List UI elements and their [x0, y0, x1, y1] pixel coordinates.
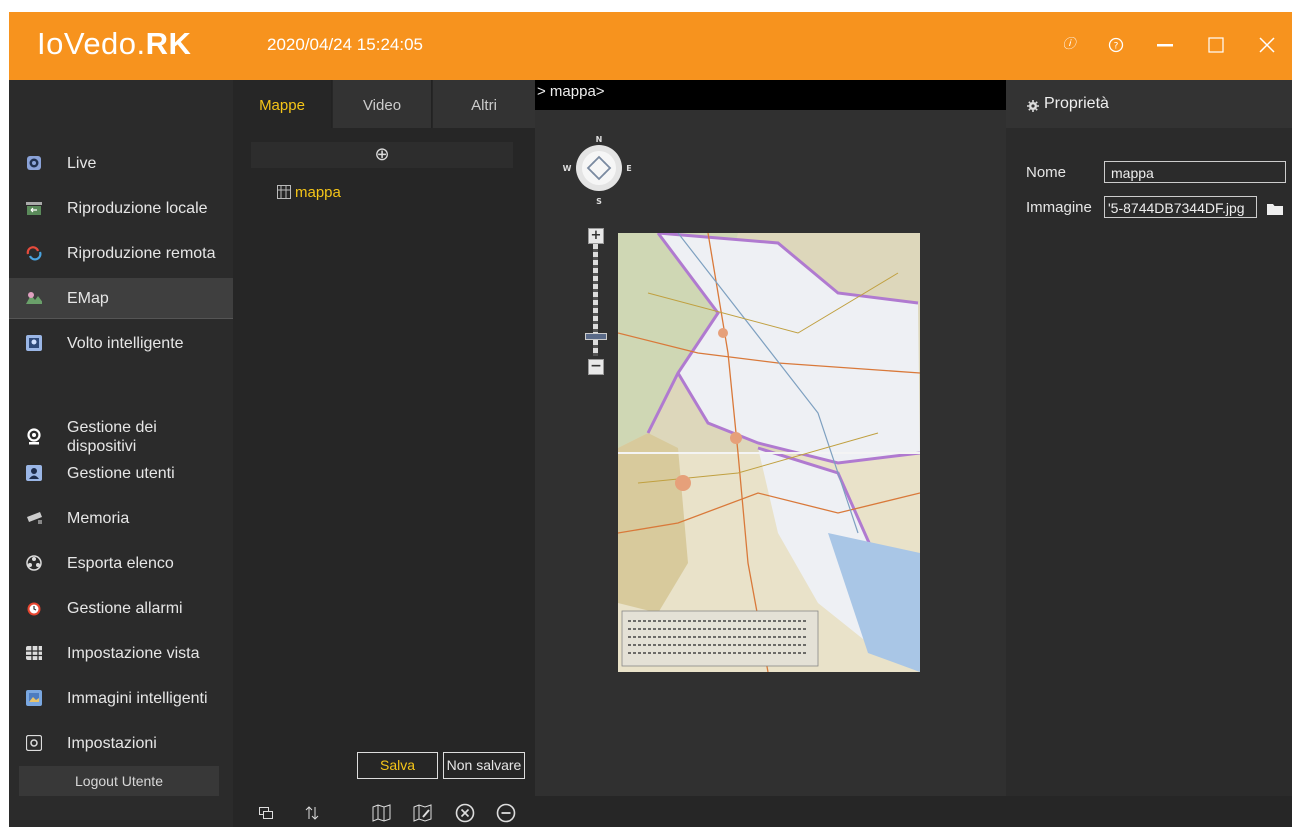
title-bar: IoVedo.RK 2020/04/24 15:24:05 ⓘ ? [9, 12, 1292, 80]
name-field[interactable]: mappa [1104, 161, 1286, 183]
map-view[interactable]: > mappa> N S W E + − [535, 80, 1006, 796]
sidebar-item-riproduzione-remota[interactable]: Riproduzione remota [9, 233, 233, 273]
minimize-icon[interactable] [1152, 32, 1178, 58]
tab-video[interactable]: Video [333, 80, 432, 128]
export-icon [26, 555, 42, 571]
sidebar-item-label: Immagini intelligenti [67, 689, 208, 707]
add-map-button[interactable]: ⊕ [251, 142, 513, 168]
view-grid-icon [26, 645, 42, 661]
discard-button[interactable]: Non salvare [443, 752, 525, 779]
sidebar-item-emap[interactable]: EMap [9, 278, 233, 319]
tree-node-mappa[interactable]: mappa [277, 184, 341, 203]
sidebar-item-label: Memoria [67, 509, 130, 527]
info-icon[interactable]: ⓘ [1056, 32, 1082, 58]
compass-s: S [596, 197, 602, 206]
sidebar-item-label: Impostazione vista [67, 644, 200, 662]
sort-icon[interactable] [301, 802, 323, 824]
gear-icon [1027, 97, 1039, 116]
map-image[interactable] [618, 233, 920, 672]
tree-tabs: Mappe Video Altri [233, 80, 536, 128]
image-field[interactable]: '5-8744DB7344DF.jpg [1104, 196, 1257, 218]
properties-header: Proprietà [1006, 80, 1292, 128]
storage-icon [26, 510, 42, 526]
sidebar-item-label: Gestione dei dispositivi [67, 419, 157, 455]
sidebar-item-label: EMap [67, 289, 109, 307]
tab-altri[interactable]: Altri [433, 80, 536, 128]
local-playback-icon [26, 200, 42, 216]
bottom-toolbar [233, 796, 1292, 827]
sidebar-item-gestione-utenti[interactable]: Gestione utenti [9, 453, 233, 493]
live-icon [26, 155, 42, 171]
sidebar-item-label: Live [67, 154, 97, 172]
map-tree-panel: Mappe Video Altri ⊕ mappa Salva Non salv… [233, 80, 536, 796]
sidebar-item-memoria[interactable]: Memoria [9, 498, 233, 538]
help-icon[interactable]: ? [1103, 32, 1129, 58]
face-icon [26, 335, 42, 351]
user-icon [26, 465, 42, 481]
sidebar-item-volto-intelligente[interactable]: Volto intelligente [9, 323, 233, 363]
tree-node-label: mappa [295, 184, 341, 201]
logout-button[interactable]: Logout Utente [19, 766, 219, 796]
settings-icon [26, 735, 42, 751]
zoom-control: + − [585, 228, 607, 376]
sidebar-item-label: Impostazioni [67, 734, 157, 752]
datetime-display: 2020/04/24 15:24:05 [267, 35, 423, 54]
compass-control[interactable]: N S W E [559, 132, 639, 212]
maximize-icon[interactable] [1203, 32, 1229, 58]
map-breadcrumb: > mappa> [535, 80, 1006, 110]
sidebar-item-impostazioni[interactable]: Impostazioni [9, 723, 233, 763]
sidebar-item-gestione-allarmi[interactable]: Gestione allarmi [9, 588, 233, 628]
tab-mappe[interactable]: Mappe [233, 80, 332, 128]
folder-icon[interactable] [1267, 200, 1283, 219]
emap-icon [26, 290, 42, 306]
compass-e: E [626, 164, 631, 173]
sidebar-item-label: Riproduzione locale [67, 199, 208, 217]
app-window: IoVedo.RK 2020/04/24 15:24:05 ⓘ ? Live R… [9, 12, 1292, 827]
sidebar-item-label: Gestione utenti [67, 464, 175, 482]
close-icon[interactable] [1254, 32, 1280, 58]
app-logo: IoVedo.RK [37, 26, 191, 62]
device-icon [26, 428, 42, 445]
zoom-out-button[interactable]: − [588, 359, 604, 375]
properties-panel: Proprietà Nome mappa Immagine '5-8744DB7… [1006, 80, 1292, 796]
help-glyph: ? [1114, 42, 1119, 52]
zoom-handle[interactable] [585, 332, 607, 340]
map-node-icon [277, 185, 291, 203]
zoom-in-button[interactable]: + [588, 228, 604, 244]
sidebar-item-label: Volto intelligente [67, 334, 184, 352]
properties-title: Proprietà [1044, 95, 1109, 112]
add-icon: ⊕ [374, 144, 390, 165]
map-add-icon[interactable] [371, 802, 393, 824]
sidebar-item-immagini-intelligenti[interactable]: Immagini intelligenti [9, 678, 233, 718]
sidebar-item-riproduzione-locale[interactable]: Riproduzione locale [9, 188, 233, 228]
sidebar-item-esporta-elenco[interactable]: Esporta elenco [9, 543, 233, 583]
sidebar-item-label: Esporta elenco [67, 554, 174, 572]
copy-icon[interactable] [255, 802, 277, 824]
compass-w: W [563, 164, 572, 173]
sidebar: Live Riproduzione locale Riproduzione re… [9, 80, 233, 827]
sidebar-item-label: Gestione allarmi [67, 599, 183, 617]
image-label: Immagine [1026, 199, 1092, 216]
logo-suffix: RK [145, 26, 192, 61]
map-edit-icon[interactable] [412, 802, 434, 824]
remove-circle-icon[interactable] [495, 802, 517, 824]
sidebar-item-label: Riproduzione remota [67, 244, 216, 262]
save-button[interactable]: Salva [357, 752, 438, 779]
alarm-icon [26, 600, 42, 616]
smart-image-icon [26, 690, 42, 706]
compass-n: N [596, 135, 603, 144]
logo-prefix: IoVedo. [37, 26, 146, 61]
remote-playback-icon [26, 245, 42, 261]
sidebar-item-live[interactable]: Live [9, 143, 233, 183]
sidebar-item-impostazione-vista[interactable]: Impostazione vista [9, 633, 233, 673]
delete-circle-icon[interactable] [454, 802, 476, 824]
name-label: Nome [1026, 164, 1067, 181]
